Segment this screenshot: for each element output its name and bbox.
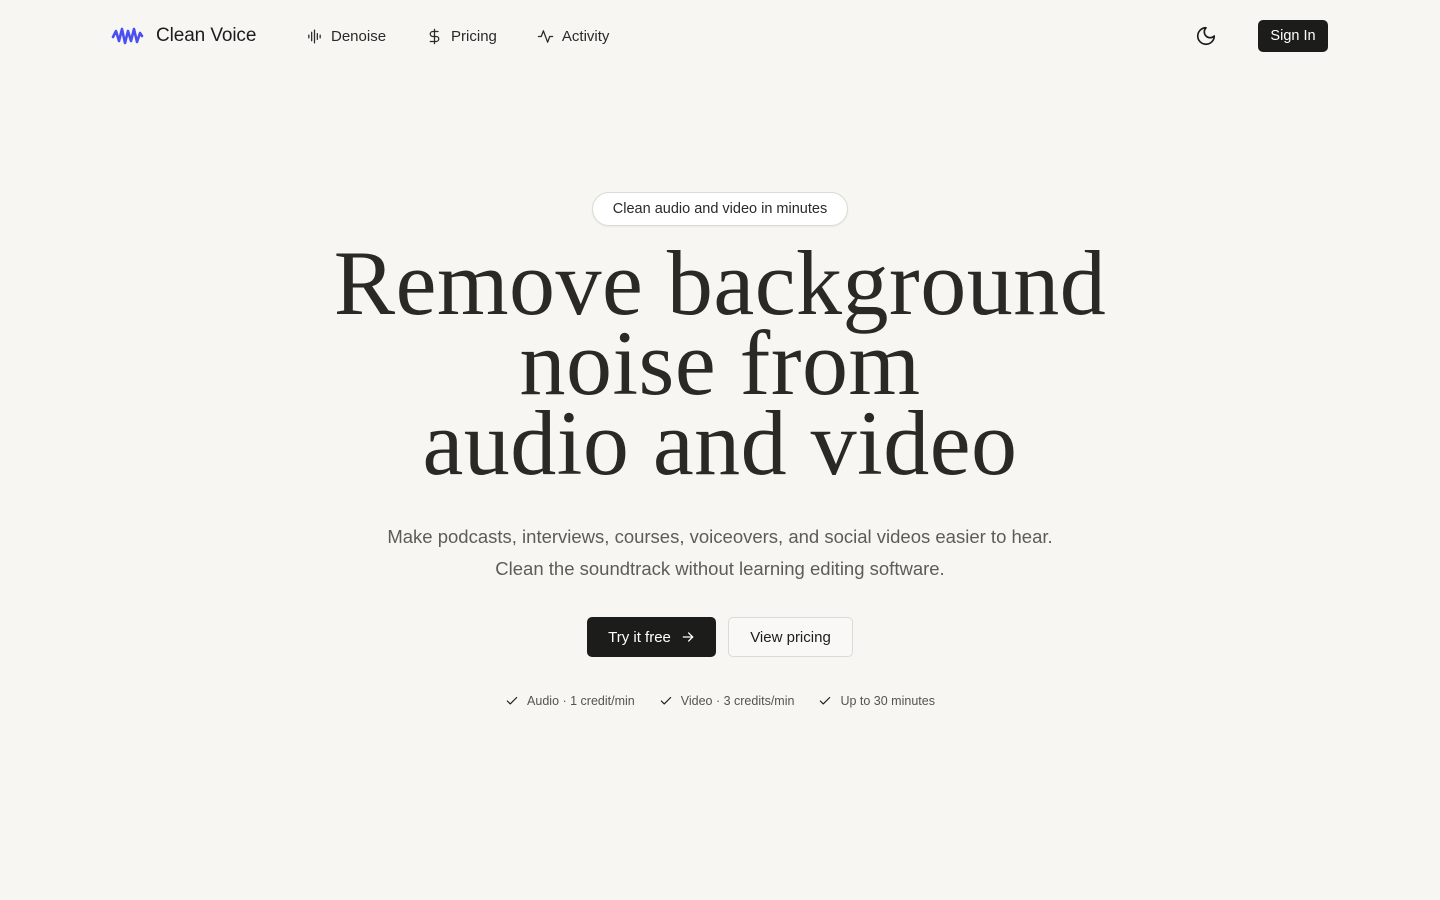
nav-link-label: Activity [561,27,610,45]
nav-link-pricing[interactable]: Pricing [426,28,497,45]
brand-logo-link[interactable]: Clean Voice [111,22,256,50]
sign-in-button[interactable]: Sign In [1258,20,1328,52]
feature-item: Video · 3 credits/min [659,690,795,712]
feature-label: Audio · 1 credit/min [527,694,635,708]
brand-name: Clean Voice [156,25,257,46]
theme-toggle-button[interactable] [1192,22,1220,50]
feature-item: Audio · 1 credit/min [505,690,635,712]
feature-label: Up to 30 minutes [840,694,935,708]
view-pricing-button[interactable]: View pricing [728,617,853,657]
waveform-logo-icon [111,27,144,45]
feature-item: Up to 30 minutes [818,690,935,712]
nav-link-label: Pricing [451,27,497,45]
nav-link-label: Denoise [331,27,387,45]
feature-list: Audio · 1 credit/min Video · 3 credits/m… [0,690,1440,712]
activity-icon [537,29,554,43]
arrow-right-icon [682,632,694,642]
hero-section: Clean audio and video in minutes Remove … [0,0,1440,900]
dollar-sign-icon [429,28,440,44]
nav-link-denoise[interactable]: Denoise [306,28,386,45]
check-icon [660,696,671,705]
check-icon [820,696,831,705]
nav-link-activity[interactable]: Activity [537,27,610,45]
try-it-free-label: Try it free [608,628,671,646]
audio-lines-icon [308,28,321,44]
headline-line: noise from [519,312,921,414]
hero-subtitle: Make podcasts, interviews, courses, voic… [387,526,1053,579]
headline-line: audio and video [422,392,1018,494]
feature-label: Video · 3 credits/min [680,694,795,708]
hero-badge: Clean audio and video in minutes [592,192,848,226]
check-icon [506,696,518,705]
primary-nav: Denoise Pricing Activity [306,24,609,48]
top-navigation: Clean Voice Denoise Pricing Activity Sig… [0,0,1440,72]
headline-line: Remove background [333,232,1107,334]
moon-icon [1196,26,1216,46]
hero-headline: Remove background noise from audio and v… [120,232,1320,494]
try-it-free-button[interactable]: Try it free [587,617,716,657]
